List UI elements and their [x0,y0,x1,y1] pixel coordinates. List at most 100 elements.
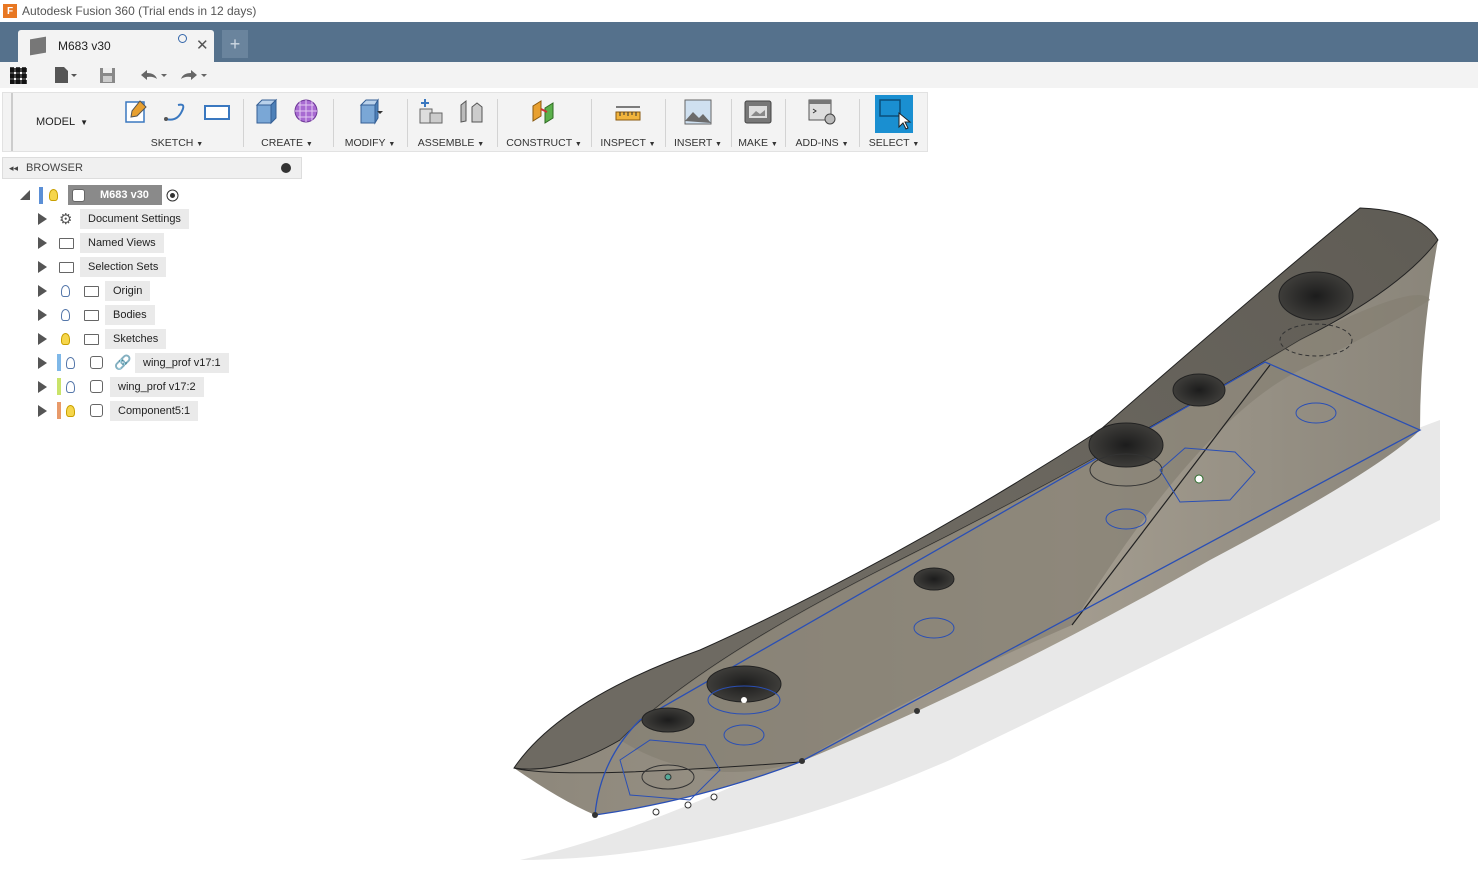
visibility-bulb-icon[interactable] [49,189,58,201]
create-sketch-icon[interactable] [122,97,152,127]
hole [1172,373,1226,407]
browser-panel-header[interactable]: ◂◂ BROWSER [2,157,302,179]
sketch-point[interactable] [914,708,920,714]
color-tag [57,402,61,419]
toolbar-divider [859,99,860,147]
3d-viewport[interactable] [0,152,1478,884]
expand-arrow-icon[interactable] [38,405,47,417]
visibility-bulb-icon[interactable] [66,381,75,393]
rectangle-icon[interactable] [202,97,232,127]
measure-icon[interactable] [613,97,643,127]
collapse-browser-icon[interactable]: ◂◂ [9,163,18,174]
assemble-group[interactable]: ASSEMBLE ▼ [409,93,493,151]
file-menu-icon[interactable] [51,65,81,85]
component-icon [90,404,103,417]
tree-item-sketches[interactable]: Sketches [0,328,200,350]
expand-arrow-icon[interactable] [38,381,47,393]
link-icon: 🔗 [114,354,132,370]
undo-icon[interactable] [137,65,171,85]
insert-group[interactable]: INSERT ▼ [667,93,729,151]
tree-item-label: wing_prof v17:1 [135,353,229,373]
expand-arrow-icon[interactable] [38,333,47,345]
extrude-icon[interactable] [252,97,282,127]
tree-item-label: Component5:1 [110,401,199,421]
sketch-point[interactable] [799,758,805,764]
tree-item-selection-sets[interactable]: Selection Sets [0,256,200,278]
expand-arrow-icon[interactable] [38,309,47,321]
close-tab-icon[interactable]: ✕ [196,36,209,54]
sketch-label: SKETCH [150,137,194,149]
document-tab[interactable]: M683 v30 ✕ [18,30,214,62]
tree-item-wing-prof-1[interactable]: 🔗 wing_prof v17:1 [0,352,240,374]
tree-item-document-settings[interactable]: ⚙ Document Settings [0,208,200,230]
expand-arrow-icon[interactable] [38,285,47,297]
tree-item-named-views[interactable]: Named Views [0,232,200,254]
joint-icon[interactable] [456,97,486,127]
line-icon[interactable] [162,97,192,127]
expand-arrow-icon[interactable] [38,213,47,225]
offset-plane-icon[interactable] [529,97,559,127]
expand-arrow-icon[interactable] [38,357,47,369]
color-tag [57,378,61,395]
sketch-point[interactable] [710,793,718,801]
modify-group[interactable]: MODIFY ▼ [335,93,405,151]
construct-group[interactable]: CONSTRUCT ▼ [499,93,589,151]
create-label: CREATE [261,137,303,149]
select-icon[interactable] [875,95,913,133]
tree-item-origin[interactable]: Origin [0,280,200,302]
press-pull-icon[interactable] [355,97,385,127]
visibility-bulb-icon[interactable] [61,309,70,321]
sync-status-icon [178,34,187,43]
construct-label: CONSTRUCT [506,137,572,149]
new-tab-button[interactable]: + [222,30,248,58]
make-group[interactable]: MAKE ▼ [733,93,783,151]
redo-icon[interactable] [177,65,211,85]
chevron-down-icon: ▼ [648,141,656,148]
insert-image-icon[interactable] [683,97,713,127]
tree-item-wing-prof-2[interactable]: wing_prof v17:2 [0,376,240,398]
add-ins-label: ADD-INS [795,137,839,149]
chevron-down-icon: ▼ [912,141,920,148]
workspace-switcher[interactable]: MODEL ▼ [11,93,111,151]
browser-title: BROWSER [26,162,83,174]
data-panel-grid-icon[interactable] [10,66,27,84]
scripts-and-addins-icon[interactable] [807,97,837,127]
sketch-point[interactable] [741,697,747,703]
toolbar-divider [665,99,666,147]
hole [706,665,782,703]
document-cube-icon [30,36,46,56]
tree-item-bodies[interactable]: Bodies [0,304,200,326]
tree-root[interactable]: M683 v30 [0,184,200,206]
sketch-point[interactable] [592,812,598,818]
3d-print-icon[interactable] [743,97,773,127]
sketch-point[interactable] [1194,474,1204,484]
create-group[interactable]: CREATE ▼ [245,93,329,151]
visibility-bulb-icon[interactable] [61,285,70,297]
tree-item-label: Named Views [80,233,164,253]
visibility-bulb-icon[interactable] [61,333,70,345]
form-icon[interactable] [292,97,322,127]
collapse-arrow-icon[interactable] [20,190,30,200]
visibility-bulb-icon[interactable] [66,357,75,369]
document-tab-bar: M683 v30 ✕ + [0,22,1478,62]
minimize-panel-icon[interactable] [281,163,291,173]
tree-item-component5[interactable]: Component5:1 [0,400,240,422]
component-icon [90,356,103,369]
select-group[interactable]: SELECT ▼ [861,93,927,151]
tree-item-label: Selection Sets [80,257,167,277]
sketch-group[interactable]: SKETCH ▼ [113,93,241,151]
save-icon[interactable] [97,65,117,85]
chevron-down-icon: ▼ [80,117,89,127]
expand-arrow-icon[interactable] [38,237,47,249]
select-label: SELECT [868,137,910,149]
add-ins-group[interactable]: ADD-INS ▼ [787,93,857,151]
sketch-point[interactable] [652,808,660,816]
new-component-icon[interactable] [416,97,446,127]
inspect-group[interactable]: INSPECT ▼ [593,93,663,151]
hole [1088,422,1164,468]
activate-radio-icon[interactable] [166,189,179,202]
sketch-point[interactable] [684,801,692,809]
expand-arrow-icon[interactable] [38,261,47,273]
visibility-bulb-icon[interactable] [66,405,75,417]
sketch-point[interactable] [664,773,672,781]
